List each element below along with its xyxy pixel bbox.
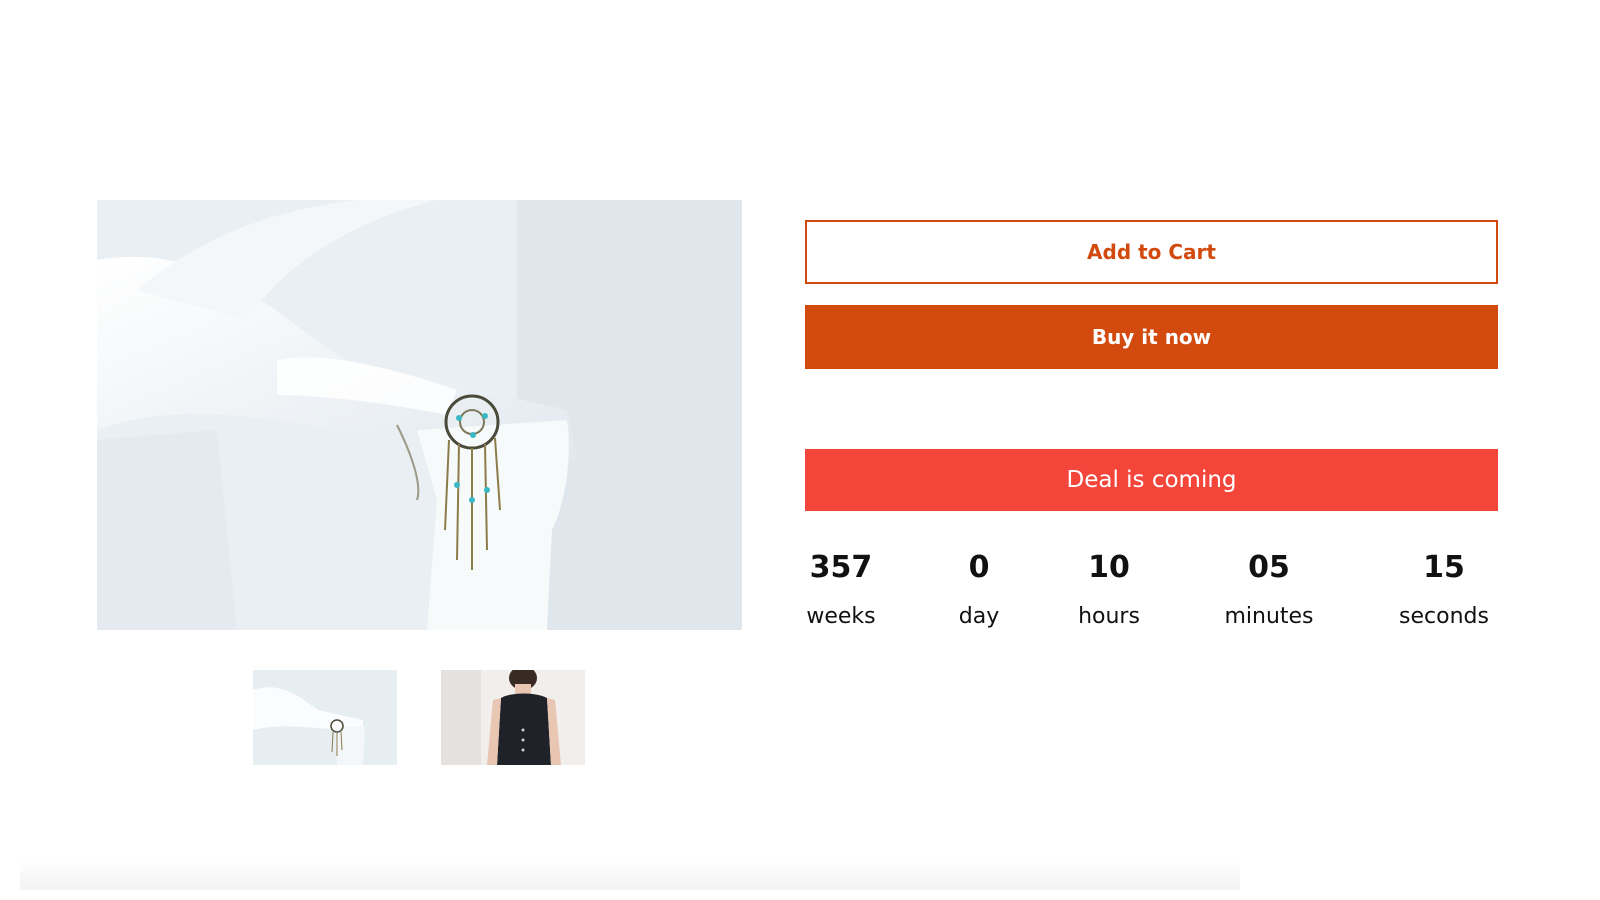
thumbnail-strip xyxy=(253,670,585,765)
purchase-actions: Add to Cart Buy it now xyxy=(805,220,1498,369)
countdown-seconds-value: 15 xyxy=(1423,550,1465,585)
thumbnail-model-image xyxy=(441,670,585,765)
countdown-seconds-label: seconds xyxy=(1399,604,1489,629)
countdown-days-label: day xyxy=(958,604,1000,629)
add-to-cart-button[interactable]: Add to Cart xyxy=(805,220,1498,284)
bottom-fade-overlay xyxy=(20,860,1240,890)
thumbnail-model[interactable] xyxy=(441,670,585,765)
deal-banner: Deal is coming xyxy=(805,449,1498,511)
countdown-days-value: 0 xyxy=(968,550,990,585)
countdown-weeks-label: weeks xyxy=(806,604,876,629)
buy-now-button[interactable]: Buy it now xyxy=(805,305,1498,369)
countdown-minutes-value: 05 xyxy=(1248,550,1290,585)
main-product-image[interactable] xyxy=(97,200,742,630)
main-product-photo xyxy=(97,200,742,630)
countdown-seconds: 15 seconds xyxy=(1399,548,1489,632)
countdown-weeks: 357 weeks xyxy=(806,548,875,632)
countdown-hours-label: hours xyxy=(1078,604,1140,629)
countdown-hours-value: 10 xyxy=(1088,550,1130,585)
thumbnail-dreamcatcher-image xyxy=(253,670,397,765)
countdown-hours: 10 hours xyxy=(1078,548,1140,632)
deal-countdown: 357 weeks 0 day 10 hours 05 minutes 15 s… xyxy=(805,548,1498,648)
countdown-weeks-value: 357 xyxy=(809,550,873,585)
thumbnail-dreamcatcher[interactable] xyxy=(253,670,397,765)
countdown-minutes-label: minutes xyxy=(1224,604,1314,629)
product-page: Add to Cart Buy it now Deal is coming 35… xyxy=(0,0,1600,900)
countdown-days: 0 day xyxy=(959,548,999,632)
countdown-minutes: 05 minutes xyxy=(1224,548,1313,632)
